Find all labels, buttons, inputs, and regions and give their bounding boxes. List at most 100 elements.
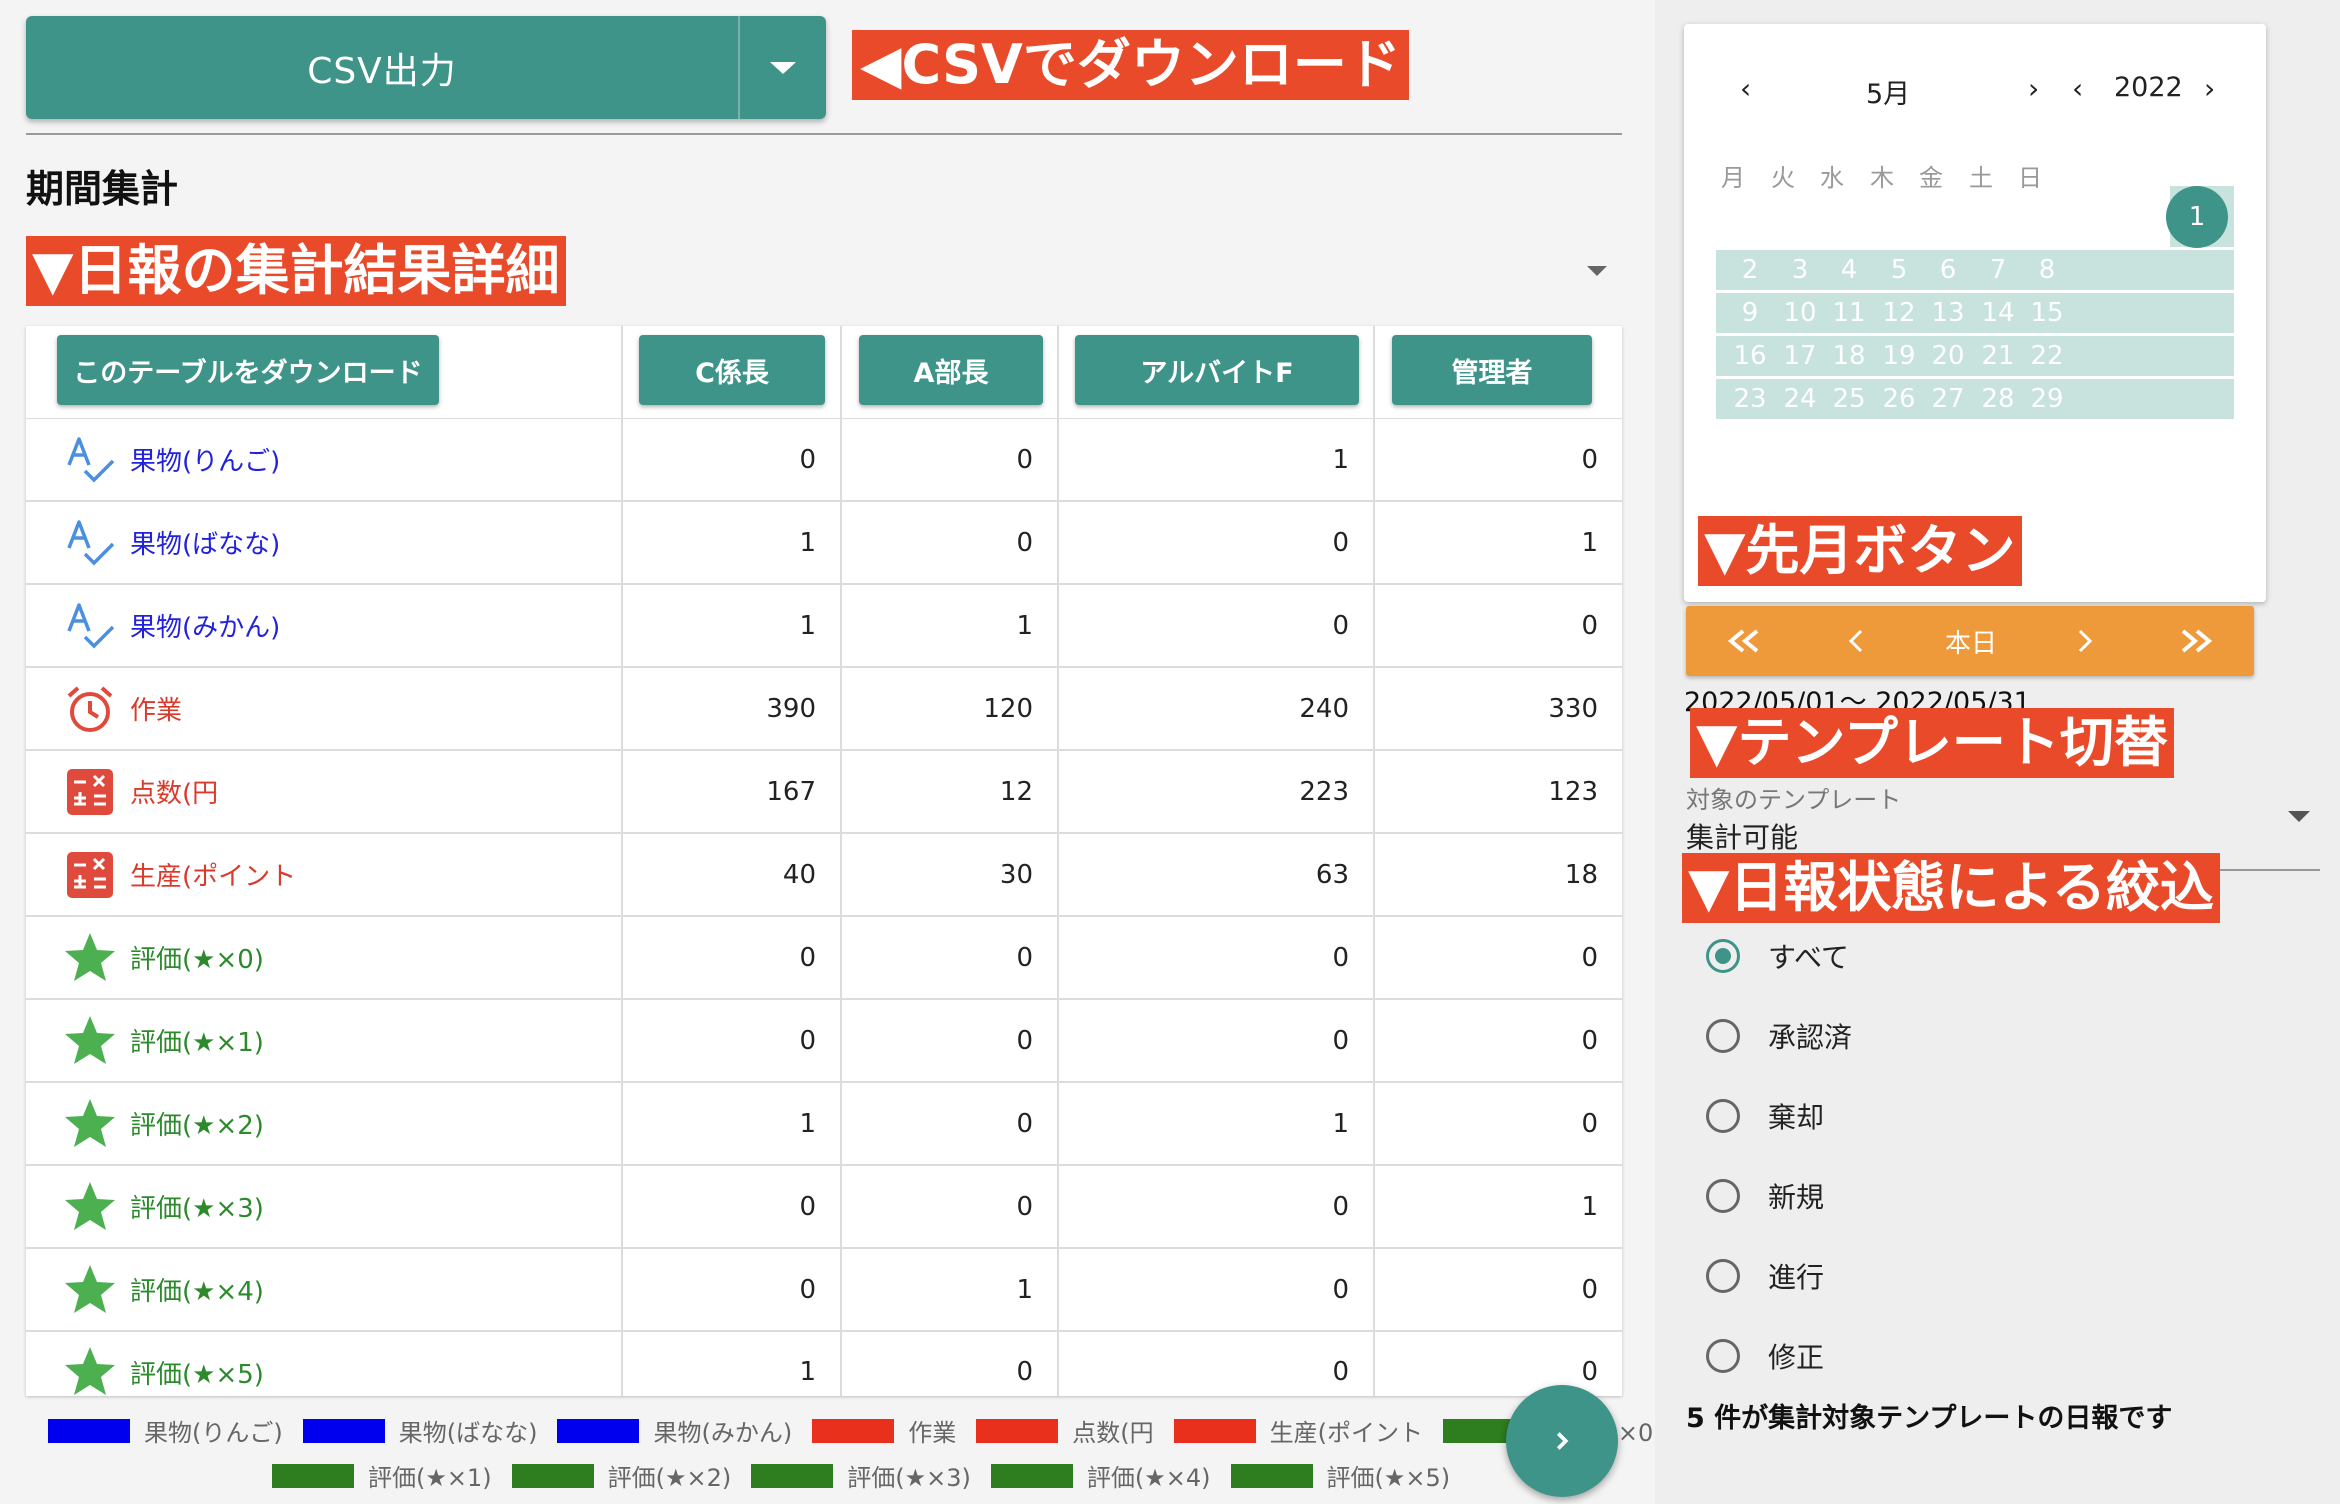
column-header-button[interactable]: A部長 — [859, 335, 1043, 405]
calendar-day[interactable]: 15 — [2017, 298, 2077, 328]
legend-swatch — [272, 1463, 354, 1488]
csv-export-dropdown[interactable] — [738, 16, 826, 119]
chevron-left-icon — [1848, 629, 1863, 653]
spellcheck-icon — [62, 515, 118, 571]
today-button[interactable]: 本日 — [1914, 606, 2028, 676]
spellcheck-icon — [62, 598, 118, 654]
row-label-cell: 果物(ばなな) — [26, 501, 623, 585]
row-label-cell: 評価(★×2) — [26, 1082, 623, 1166]
calendar-day[interactable]: 22 — [2017, 341, 2077, 371]
legend-item[interactable]: 果物(ばなな) — [302, 1413, 537, 1448]
radio-circle[interactable] — [1706, 939, 1740, 973]
legend-swatch — [511, 1463, 594, 1488]
table-row: 評価(★×2) 1 0 1 0 — [26, 1082, 1622, 1166]
row-label-text: 評価(★×5) — [130, 1359, 264, 1390]
legend-label: 点数(円 — [1072, 1419, 1154, 1447]
radio-circle[interactable] — [1706, 1019, 1740, 1053]
legend-item[interactable]: 評価(★×2) — [511, 1458, 731, 1493]
next-fab-button[interactable] — [1506, 1385, 1618, 1497]
legend-swatch — [1230, 1463, 1313, 1488]
legend-item[interactable]: 生産(ポイント — [1173, 1413, 1423, 1448]
header-cell: 管理者 — [1374, 326, 1622, 419]
collapse-caret-icon[interactable] — [1587, 266, 1607, 276]
csv-export-button[interactable]: CSV出力 — [26, 16, 826, 119]
legend-label: 評価(★×4) — [1086, 1464, 1211, 1492]
radio-circle[interactable] — [1706, 1179, 1740, 1213]
prev-year-chevron-icon[interactable]: ‹ — [2072, 72, 2083, 105]
next-year-chevron-icon[interactable]: › — [2204, 72, 2215, 105]
next-month-button[interactable] — [2028, 606, 2140, 676]
legend-item[interactable]: 作業 — [812, 1413, 956, 1448]
legend-item[interactable]: 評価(★×1) — [272, 1458, 492, 1493]
legend-item[interactable]: 評価(★×3) — [751, 1458, 971, 1493]
column-header-button[interactable]: アルバイトF — [1075, 335, 1359, 405]
legend-swatch — [990, 1463, 1073, 1488]
prev-month-chevron-icon[interactable]: ‹ — [1740, 72, 1751, 105]
annotation-status: ▼日報状態による絞込 — [1682, 853, 2220, 923]
status-radio[interactable]: 棄却 — [1706, 1096, 1824, 1136]
legend-item[interactable]: 点数(円 — [976, 1413, 1154, 1448]
weekday-label: 水 — [1820, 164, 1844, 192]
row-label-cell: 作業 — [26, 667, 623, 751]
star-icon — [62, 1013, 118, 1069]
weekday-label: 金 — [1919, 164, 1943, 192]
row-label-cell: 生産(ポイント — [26, 833, 623, 917]
alarm-clock-icon — [62, 681, 118, 737]
row-label-text: 果物(みかん) — [130, 613, 281, 643]
annotation-template: ▼テンプレート切替 — [1690, 708, 2174, 778]
selected-day[interactable]: 1 — [2166, 186, 2228, 248]
legend-label: 果物(りんご) — [144, 1419, 283, 1447]
chevron-right-icon — [2078, 629, 2093, 653]
column-header-button[interactable]: 管理者 — [1392, 335, 1592, 405]
row-label-cell: 評価(★×5) — [26, 1331, 623, 1396]
value-cell: 0 — [1374, 1248, 1622, 1332]
legend-item[interactable]: 果物(りんご) — [48, 1413, 283, 1448]
row-label: 果物(みかん) — [26, 585, 621, 666]
status-radio[interactable]: 承認済 — [1706, 1016, 1852, 1056]
column-header-button[interactable]: C係長 — [639, 335, 825, 405]
prev-month-button[interactable] — [1800, 606, 1914, 676]
radio-circle[interactable] — [1706, 1259, 1740, 1293]
legend-label: 評価(★×1) — [368, 1464, 492, 1492]
legend-item[interactable]: 果物(みかん) — [557, 1413, 792, 1448]
value-cell: 0 — [622, 999, 842, 1083]
star-icon — [62, 1096, 118, 1152]
prev-year-button[interactable] — [1686, 606, 1800, 676]
value-cell: 0 — [622, 916, 842, 1000]
legend-swatch — [48, 1418, 130, 1443]
radio-circle[interactable] — [1706, 1339, 1740, 1373]
calendar-day[interactable]: 29 — [2017, 384, 2077, 414]
value-cell: 1 — [1058, 418, 1375, 502]
weekday-label: 土 — [1969, 164, 1993, 192]
annotation-prev-month: ▼先月ボタン — [1698, 516, 2022, 586]
status-radio[interactable]: 新規 — [1706, 1176, 1824, 1216]
value-cell: 1 — [841, 1248, 1059, 1332]
value-cell: 1 — [622, 1331, 842, 1396]
value-cell: 18 — [1374, 833, 1622, 917]
row-label-cell: 評価(★×4) — [26, 1248, 623, 1332]
legend-swatch — [812, 1418, 895, 1443]
star-icon — [62, 1344, 118, 1396]
next-year-button[interactable] — [2140, 606, 2254, 676]
row-label-text: 評価(★×4) — [130, 1277, 264, 1307]
calendar-year[interactable]: 2022 — [2114, 72, 2183, 103]
value-cell: 167 — [622, 750, 842, 834]
next-month-chevron-icon[interactable]: › — [2028, 72, 2039, 105]
legend-item[interactable]: 評価(★×5) — [1230, 1458, 1450, 1493]
status-radio[interactable]: 修正 — [1706, 1336, 1824, 1376]
calendar-month[interactable]: 5月 — [1866, 72, 1910, 111]
status-radio[interactable]: すべて — [1706, 936, 1849, 976]
value-cell: 0 — [622, 418, 842, 502]
value-cell: 0 — [1058, 584, 1375, 668]
legend-item[interactable]: 評価(★×4) — [990, 1458, 1211, 1493]
template-select[interactable]: 集計可能 — [1686, 816, 1798, 856]
csv-export-label[interactable]: CSV出力 — [26, 16, 738, 119]
chevron-down-icon[interactable] — [2288, 811, 2310, 822]
radio-label: 修正 — [1768, 1341, 1825, 1374]
calendar-day[interactable]: 8 — [2017, 255, 2077, 285]
radio-circle[interactable] — [1706, 1099, 1740, 1133]
row-label: 果物(りんご) — [26, 419, 621, 500]
download-table-button[interactable]: このテーブルをダウンロード — [57, 335, 439, 405]
value-cell: 0 — [1374, 999, 1622, 1083]
status-radio[interactable]: 進行 — [1706, 1256, 1824, 1296]
